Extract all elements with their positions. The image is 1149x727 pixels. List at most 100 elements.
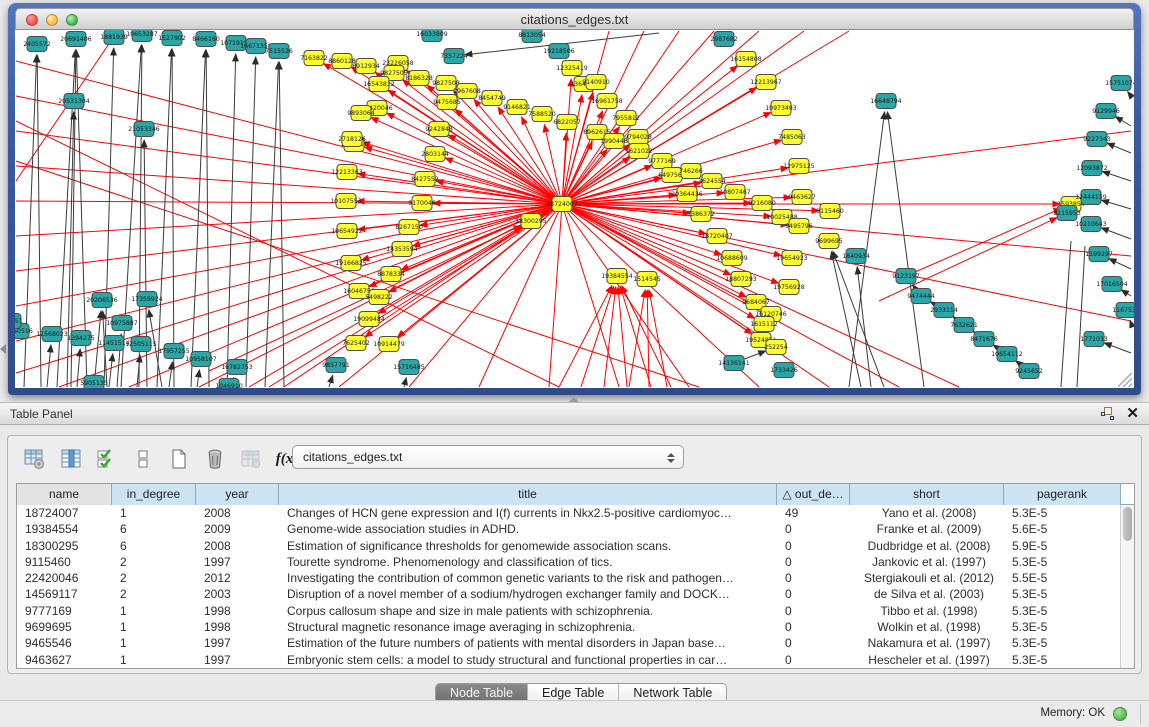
graph-node[interactable]: 8912934 [352,59,380,74]
cell-title[interactable]: Structural magnetic resonance image aver… [279,619,777,635]
cell-out_degree[interactable]: 0 [777,554,850,570]
graph-node[interactable]: 12975125 [783,159,815,174]
graph-node[interactable]: 1621022 [625,144,653,159]
graph-node[interactable]: 1599297 [1085,247,1113,262]
cell-year[interactable]: 2008 [196,505,279,521]
cell-in_degree[interactable]: 6 [112,521,196,537]
column-selector-icon[interactable] [58,446,84,472]
cell-in_degree[interactable]: 2 [112,570,196,586]
graph-node[interactable]: 10210643 [1075,217,1107,232]
cell-pagerank[interactable]: 5.3E-5 [1004,603,1121,619]
graph-node[interactable]: 5498222 [365,290,393,305]
cell-short[interactable]: de Silva et al. (2003) [850,586,1004,602]
graph-node[interactable]: 7386372 [687,207,715,222]
cell-in_degree[interactable]: 1 [112,652,196,668]
cell-title[interactable]: Embryonic stem cells: a model to study s… [279,652,777,668]
cell-year[interactable]: 2012 [196,570,279,586]
cell-title[interactable]: Estimation of significance thresholds fo… [279,538,777,554]
graph-node[interactable]: 8878334 [377,267,405,282]
cell-year[interactable]: 2009 [196,521,279,537]
graph-node[interactable]: 14353594 [386,242,418,257]
table-row[interactable]: 969969511998Structural magnetic resonanc… [17,619,1134,635]
graph-node[interactable]: 15716485 [393,360,425,375]
table-vertical-scrollbar[interactable] [1120,505,1134,668]
table-row[interactable]: 946362711997Embryonic stem cells: a mode… [17,652,1134,668]
network-canvas[interactable]: 1872400711191112803144122133638427552101… [15,30,1134,388]
graph-node[interactable]: 9129946 [1092,104,1120,119]
table-row[interactable]: 977716911998Corpus callosum shape and si… [17,603,1134,619]
table-mode-icon[interactable] [22,446,48,472]
graph-node[interactable]: 8427552 [411,172,439,187]
cell-pagerank[interactable]: 5.3E-5 [1004,505,1121,521]
cell-title[interactable]: Corpus callosum shape and size in male p… [279,603,777,619]
graph-node[interactable]: 9857791 [322,358,350,373]
cell-title[interactable]: Tourette syndrome. Phenomenology and cla… [279,554,777,570]
graph-node[interactable]: 9777169 [648,154,676,169]
graph-node[interactable]: 9475685 [433,95,461,110]
cell-pagerank[interactable]: 5.3E-5 [1004,619,1121,635]
graph-node[interactable]: 2987682 [710,32,738,47]
graph-node[interactable]: 18720407 [701,229,733,244]
graph-node[interactable]: 9146821 [503,100,531,115]
graph-node[interactable]: 8471676 [970,332,998,347]
graph-node[interactable]: 5905135 [80,376,108,389]
cell-in_degree[interactable]: 1 [112,619,196,635]
graph-node[interactable]: 9227343 [1083,132,1111,147]
graph-node[interactable]: 20206536 [86,293,118,308]
cell-pagerank[interactable]: 5.3E-5 [1004,554,1121,570]
graph-node[interactable]: 9827508 [432,76,460,91]
graph-node[interactable]: 15751074 [1105,76,1134,91]
delete-columns-icon[interactable] [202,446,228,472]
graph-node[interactable]: 9123197 [892,269,920,284]
cell-year[interactable]: 1998 [196,603,279,619]
graph-node[interactable]: 7955812 [612,111,640,126]
graph-node[interactable]: 16033809 [416,30,448,42]
cell-name[interactable]: 9463627 [17,652,112,668]
graph-node[interactable]: 19756928 [773,280,805,295]
cell-name[interactable]: 19384554 [17,521,112,537]
cell-year[interactable]: 1998 [196,619,279,635]
graph-node[interactable]: 10807467 [719,185,751,200]
cell-pagerank[interactable]: 5.3E-5 [1004,586,1121,602]
cell-out_degree[interactable]: 0 [777,603,850,619]
graph-node[interactable]: 19099484 [353,312,385,327]
column-header-pagerank[interactable]: pagerank [1004,484,1121,505]
graph-node[interactable]: 9170046 [408,196,436,211]
graph-node[interactable]: 1046910 [215,379,243,389]
create-column-icon[interactable] [166,446,192,472]
graph-node[interactable]: 2803144 [421,147,449,162]
graph-node[interactable]: 16961758 [591,94,623,109]
graph-node[interactable]: 1615112 [750,317,778,332]
graph-node[interactable]: 7588520 [528,107,556,122]
graph-node[interactable]: 20364436 [671,187,703,202]
graph-node[interactable]: 9495796 [785,219,813,234]
cell-pagerank[interactable]: 5.9E-5 [1004,538,1121,554]
graph-node[interactable]: 20691406 [60,32,92,47]
column-header-year[interactable]: year [196,484,279,505]
graph-node[interactable]: 17957255 [158,344,190,359]
column-header-title[interactable]: title [279,484,777,505]
graph-node[interactable]: 1167534 [1112,303,1134,318]
graph-node[interactable]: 9463627 [788,190,816,205]
graph-node[interactable]: 252254 [764,340,788,355]
cell-name[interactable]: 9699695 [17,619,112,635]
cell-short[interactable]: Hescheler et al. (1997) [850,652,1004,668]
cell-name[interactable]: 9115460 [17,554,112,570]
graph-node[interactable]: 11451514 [98,336,130,351]
graph-node[interactable]: 8267150 [395,220,423,235]
graph-node[interactable]: 17359924 [131,292,163,307]
cell-short[interactable]: Yano et al. (2008) [850,505,1004,521]
panel-collapse-arrow-icon[interactable] [0,344,6,354]
cell-in_degree[interactable]: 2 [112,554,196,570]
graph-node[interactable]: 1733426 [770,363,798,378]
cell-out_degree[interactable]: 0 [777,619,850,635]
graph-node[interactable]: 12505115 [125,337,157,352]
graph-node[interactable]: 3624554 [698,174,726,189]
graph-node[interactable]: 1771033 [1080,332,1108,347]
graph-node[interactable]: 1881939 [100,30,128,45]
cell-name[interactable]: 9465546 [17,635,112,651]
graph-node[interactable]: 12213363 [331,165,363,180]
cell-year[interactable]: 2008 [196,538,279,554]
graph-node[interactable]: 9474444 [907,289,935,304]
select-all-columns-icon[interactable] [94,446,120,472]
